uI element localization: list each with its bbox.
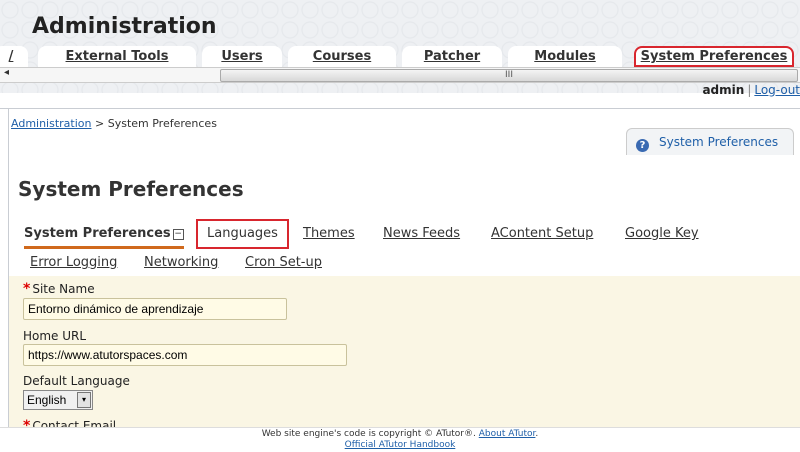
chevron-down-icon[interactable]: ▾ — [77, 392, 91, 408]
default-language-label: Default Language — [23, 374, 130, 388]
user-bar: admin | Log-out — [702, 83, 800, 97]
subtab-news-feeds[interactable]: News Feeds — [383, 222, 460, 246]
horizontal-scrollbar[interactable]: ◂ III — [0, 67, 800, 83]
tab-courses[interactable]: Courses — [288, 46, 396, 67]
breadcrumb-administration-link[interactable]: Administration — [11, 117, 92, 130]
page-title: System Preferences — [18, 177, 244, 201]
footer: Web site engine's code is copyright © AT… — [0, 427, 800, 452]
handbook-link[interactable]: Official ATutor Handbook — [345, 440, 456, 450]
logout-link[interactable]: Log-out — [754, 83, 800, 97]
site-name-input[interactable]: Entorno dinámico de aprendizaje — [23, 298, 287, 320]
tab-modules[interactable]: Modules — [508, 46, 622, 67]
home-url-input[interactable]: https://www.atutorspaces.com — [23, 344, 347, 366]
footer-copyright: Web site engine's code is copyright © AT… — [261, 429, 476, 439]
subtab-acontent-setup[interactable]: AContent Setup — [491, 222, 593, 246]
subtab-error-logging[interactable]: Error Logging — [30, 253, 117, 273]
subtab-networking[interactable]: Networking — [144, 253, 218, 273]
user-separator: | — [747, 83, 752, 97]
nav-tabs: / External Tools Users Courses Patcher M… — [0, 46, 800, 67]
subtab-google-key[interactable]: Google Key — [625, 222, 699, 246]
site-name-label: * Site Name — [23, 281, 95, 297]
tab-users[interactable]: Users — [202, 46, 282, 67]
app-title: Administration — [32, 14, 217, 39]
home-url-label: Home URL — [23, 329, 87, 343]
collapse-icon[interactable]: − — [172, 229, 184, 240]
admin-header: Administration / External Tools Users Co… — [0, 0, 800, 93]
subtab-system-preferences[interactable]: System Preferences − — [24, 222, 184, 249]
username: admin — [702, 83, 745, 97]
required-mark: * — [23, 281, 31, 297]
subtab-themes[interactable]: Themes — [303, 222, 355, 246]
breadcrumb-current: System Preferences — [107, 117, 217, 130]
breadcrumb-separator: > — [95, 117, 105, 130]
tab-partial[interactable]: / — [0, 46, 28, 67]
tab-system-preferences[interactable]: System Preferences — [634, 46, 794, 67]
breadcrumb: Administration > System Preferences — [11, 117, 217, 130]
default-language-select[interactable]: English ▾ — [23, 390, 93, 410]
sub-tabs: System Preferences − Languages Themes New… — [18, 219, 798, 249]
preferences-form: * Site Name Entorno dinámico de aprendiza… — [9, 276, 800, 434]
about-atutor-link[interactable]: About ATutor — [479, 429, 536, 439]
tab-patcher[interactable]: Patcher — [402, 46, 502, 67]
default-language-value: English — [27, 393, 67, 407]
scroll-left-arrow-icon[interactable]: ◂ — [4, 67, 9, 78]
help-tab[interactable]: ? System Preferences — [626, 128, 794, 155]
subtab-cron-setup[interactable]: Cron Set-up — [245, 253, 322, 273]
scrollbar-thumb[interactable]: III — [220, 69, 798, 82]
help-tab-label: System Preferences — [659, 135, 779, 149]
tab-external-tools[interactable]: External Tools — [38, 46, 196, 67]
header-divider — [0, 108, 800, 109]
subtab-languages[interactable]: Languages — [196, 219, 289, 249]
help-icon: ? — [636, 139, 649, 152]
